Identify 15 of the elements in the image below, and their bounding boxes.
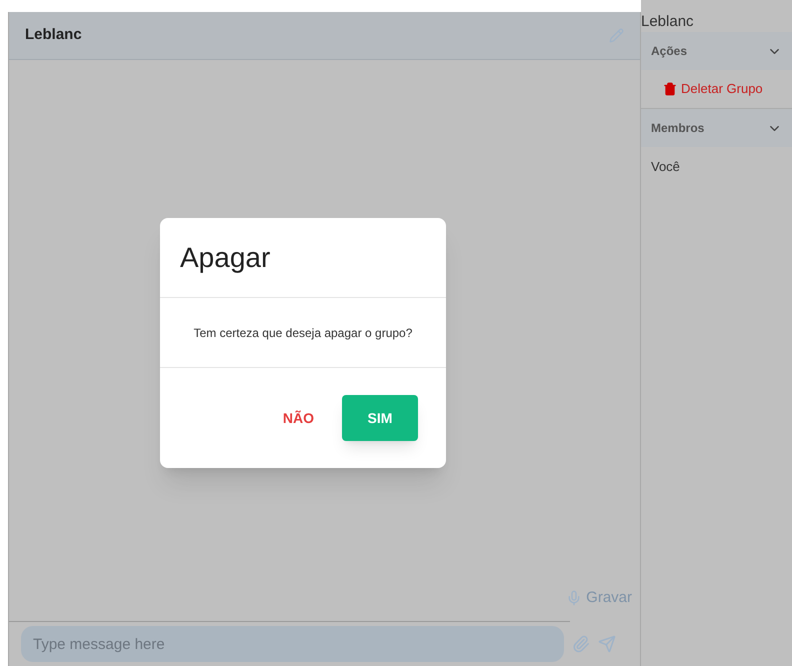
- chat-title: Leblanc: [25, 25, 82, 46]
- paperclip-icon[interactable]: [572, 635, 590, 653]
- dialog-message: Tem certeza que deseja apagar o grupo?: [194, 324, 412, 342]
- section-header[interactable]: Membros: [641, 109, 792, 147]
- section-header[interactable]: Ações: [641, 32, 792, 70]
- member-name: Você: [651, 159, 680, 174]
- microphone-icon[interactable]: [566, 590, 582, 606]
- no-button[interactable]: NÃO: [282, 408, 314, 428]
- send-icon[interactable]: [598, 635, 616, 653]
- message-field[interactable]: Type message here: [21, 626, 564, 662]
- dialog-title: Apagar: [180, 240, 270, 275]
- trash-icon[interactable]: [663, 82, 677, 96]
- sidebar-title: Leblanc: [641, 12, 695, 32]
- yes-button[interactable]: SIM: [342, 395, 418, 441]
- delete-group-link[interactable]: Deletar Grupo: [681, 79, 763, 99]
